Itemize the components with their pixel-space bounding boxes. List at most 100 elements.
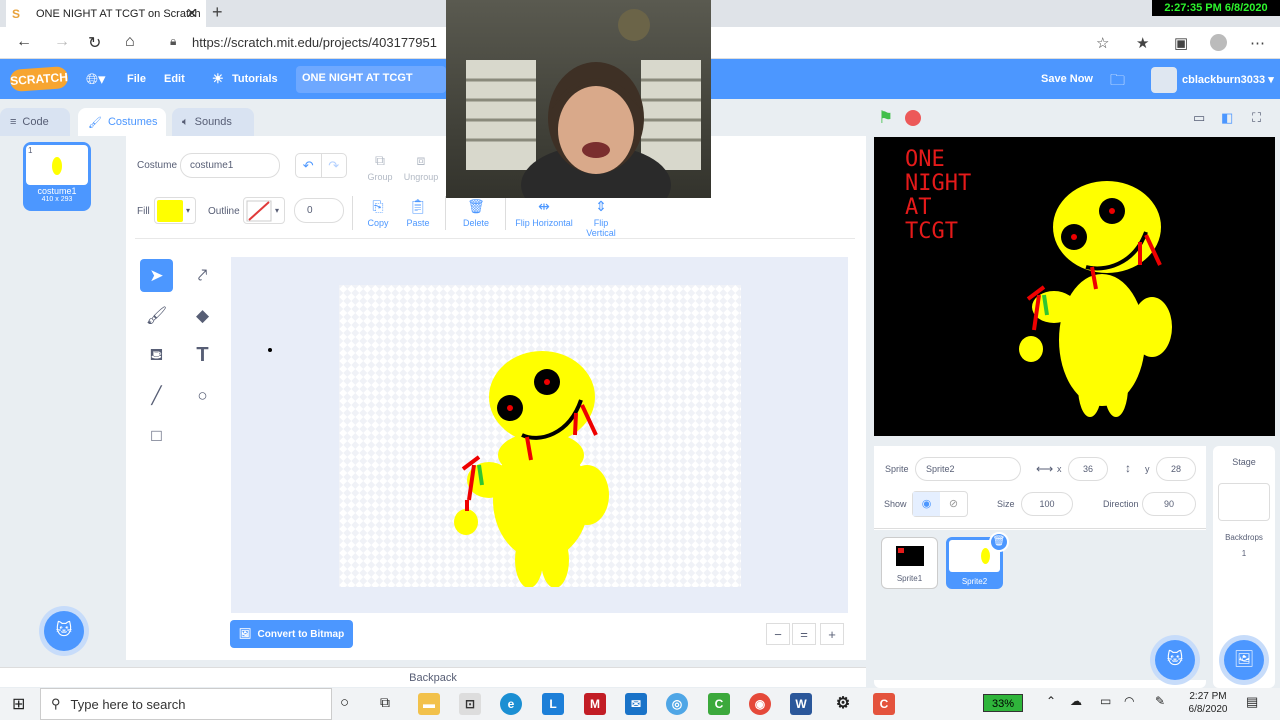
project-title-input[interactable]: ONE NIGHT AT TCGT xyxy=(296,66,446,93)
profile-icon[interactable] xyxy=(1210,34,1227,51)
onedrive-icon[interactable]: ☁ xyxy=(1070,694,1082,708)
edit-menu[interactable]: Edit xyxy=(164,73,185,85)
save-now-button[interactable]: Save Now xyxy=(1041,73,1093,85)
group-button[interactable]: ⧉ Group xyxy=(364,152,396,182)
recorder-icon[interactable]: C xyxy=(873,693,895,715)
zoom-reset-button[interactable]: = xyxy=(792,623,816,645)
refresh-icon[interactable]: ↻ xyxy=(88,33,101,53)
forward-icon[interactable]: → xyxy=(54,33,70,51)
line-tool[interactable]: ╱ xyxy=(140,379,173,412)
costume-name-input[interactable]: costume1 xyxy=(180,153,280,178)
redo-icon[interactable]: ↷ xyxy=(322,154,347,177)
more-menu-icon[interactable]: ⋯ xyxy=(1250,34,1265,52)
tab-code[interactable]: ≡ Code xyxy=(0,108,70,136)
ungroup-button[interactable]: ⧈ Ungroup xyxy=(402,152,440,182)
language-globe-icon[interactable]: 🌐︎▾ xyxy=(86,70,106,88)
pen-icon[interactable]: ✎ xyxy=(1155,694,1165,708)
tab-close-icon[interactable]: ✕ xyxy=(186,5,198,22)
sprite-name-input[interactable]: Sprite2 xyxy=(915,457,1021,481)
app-l-icon[interactable]: L xyxy=(542,693,564,715)
chrome-alt-icon[interactable]: ◎ xyxy=(666,693,688,715)
eraser-tool[interactable]: ◆ xyxy=(186,299,219,332)
camtasia-icon[interactable]: C xyxy=(708,693,730,715)
browser-tab[interactable]: ONE NIGHT AT TCGT on Scratch xyxy=(6,0,206,27)
hide-eye-icon[interactable]: ⊘ xyxy=(940,492,967,516)
normal-stage-icon[interactable]: ◧ xyxy=(1221,110,1233,126)
canvas-dot xyxy=(268,348,272,352)
tab-sounds[interactable]: 🔈︎ Sounds xyxy=(172,108,254,136)
text-tool[interactable]: T xyxy=(186,339,219,372)
stop-icon[interactable] xyxy=(905,110,921,126)
favorites-icon[interactable]: ★ xyxy=(1136,34,1149,52)
user-avatar[interactable] xyxy=(1151,67,1177,93)
small-stage-icon[interactable]: ▭ xyxy=(1193,110,1205,126)
collections-icon[interactable]: ▣ xyxy=(1174,34,1188,52)
brush-tool[interactable]: 🖌︎ xyxy=(140,299,173,332)
tray-up-arrow-icon[interactable]: ⌃ xyxy=(1046,694,1056,708)
zoom-out-button[interactable]: − xyxy=(766,623,790,645)
store-icon[interactable]: ⊡ xyxy=(459,693,481,715)
system-clock[interactable]: 2:27 PM 6/8/2020 xyxy=(1180,690,1236,716)
delete-sprite-icon[interactable]: 🗑︎ xyxy=(989,532,1009,552)
delete-button[interactable]: 🗑︎ Delete xyxy=(459,198,493,228)
undo-icon[interactable]: ↶ xyxy=(296,154,322,177)
sprite1-label: Sprite1 xyxy=(896,574,923,583)
reshape-tool[interactable]: ⤤ xyxy=(186,259,219,292)
show-eye-icon[interactable]: ◉ xyxy=(913,492,940,516)
size-input[interactable]: 100 xyxy=(1021,492,1073,516)
my-stuff-folder-icon[interactable]: 🗀 xyxy=(1110,70,1125,95)
add-sprite-button[interactable]: 🐱︎ xyxy=(1155,640,1195,680)
copy-button[interactable]: ⎘ Copy xyxy=(362,198,394,228)
tab-costumes[interactable]: 🖌︎ Costumes xyxy=(78,108,166,136)
convert-to-bitmap-button[interactable]: 🖼︎ Convert to Bitmap xyxy=(230,620,353,648)
flip-horizontal-button[interactable]: ⇹ Flip Horizontal xyxy=(514,198,574,228)
outline-color-picker[interactable]: ▾ xyxy=(243,197,285,224)
fill-color-picker[interactable]: ▾ xyxy=(154,197,196,224)
circle-tool[interactable]: ○ xyxy=(186,379,219,412)
battery-icon[interactable]: ▭ xyxy=(1100,694,1111,708)
backdrop-thumbnail[interactable] xyxy=(1218,483,1270,521)
username-label: cblackburn3033 xyxy=(1182,74,1266,86)
fullscreen-icon[interactable]: ⛶ xyxy=(1252,110,1261,126)
home-icon[interactable]: ⌂ xyxy=(125,33,135,51)
favorite-star-icon[interactable]: ☆ xyxy=(1096,34,1109,52)
select-tool[interactable]: ➤ xyxy=(140,259,173,292)
windows-start-icon[interactable]: ⊞ xyxy=(12,694,25,714)
scratch-logo[interactable]: SCRATCH xyxy=(9,66,69,92)
settings-gear-icon[interactable]: ⚙ xyxy=(832,693,854,715)
search-placeholder: Type here to search xyxy=(70,696,186,712)
wifi-icon[interactable]: ◠ xyxy=(1124,694,1134,708)
taskbar-search[interactable]: ⚲ Type here to search xyxy=(40,688,332,720)
file-explorer-icon[interactable]: ▬ xyxy=(418,693,440,715)
zoom-in-button[interactable]: + xyxy=(820,623,844,645)
new-tab-icon[interactable]: + xyxy=(212,2,223,23)
tutorials-menu[interactable]: Tutorials xyxy=(232,73,278,85)
rectangle-tool[interactable]: □ xyxy=(140,419,173,452)
paste-button[interactable]: 📋︎ Paste xyxy=(402,198,434,228)
add-costume-button[interactable]: 🐱︎ xyxy=(44,611,84,651)
backpack-bar[interactable]: Backpack xyxy=(0,667,866,687)
battery-indicator[interactable]: 33% xyxy=(983,694,1023,712)
mcafee-icon[interactable]: M xyxy=(584,693,606,715)
cortana-icon[interactable]: ○ xyxy=(340,694,349,711)
back-icon[interactable]: ← xyxy=(16,33,32,51)
costume-tile[interactable]: 1 costume1 410 x 293 xyxy=(23,142,91,211)
green-flag-icon[interactable]: ⚑ xyxy=(878,108,893,128)
flip-vertical-button[interactable]: ⇕ Flip Vertical xyxy=(578,198,624,238)
x-input[interactable]: 36 xyxy=(1068,457,1108,481)
edge-icon[interactable]: e xyxy=(500,693,522,715)
direction-input[interactable]: 90 xyxy=(1142,492,1196,516)
chrome-icon[interactable]: ◉ xyxy=(749,693,771,715)
task-view-icon[interactable]: ⧉ xyxy=(380,694,390,711)
drawing-canvas[interactable] xyxy=(339,285,741,588)
word-icon[interactable]: W xyxy=(790,693,812,715)
mail-icon[interactable]: ✉ xyxy=(625,693,647,715)
sprite-tile[interactable]: Sprite1 xyxy=(881,537,938,589)
notifications-icon[interactable]: ▤ xyxy=(1246,694,1258,710)
username-menu[interactable]: cblackburn3033 ▾ xyxy=(1182,73,1274,86)
file-menu[interactable]: File xyxy=(127,73,146,85)
y-input[interactable]: 28 xyxy=(1156,457,1196,481)
fill-tool[interactable]: ⛾ xyxy=(140,339,173,372)
outline-width-input[interactable]: 0 xyxy=(294,198,344,223)
add-backdrop-button[interactable]: 🖼︎ xyxy=(1224,640,1264,680)
